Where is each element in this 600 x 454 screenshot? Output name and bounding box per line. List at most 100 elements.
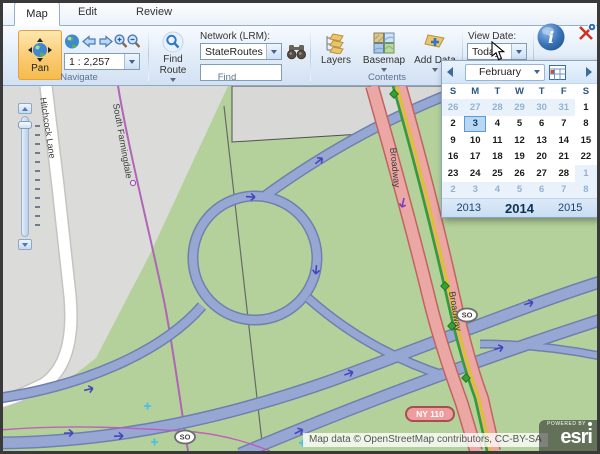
calendar-month-dropdown[interactable]: February: [465, 64, 545, 81]
calendar-day[interactable]: 27: [531, 165, 553, 182]
add-data-icon: [423, 32, 447, 54]
calendar-day[interactable]: 25: [486, 165, 508, 182]
calendar-day[interactable]: 3: [464, 182, 486, 199]
calendar-day[interactable]: 21: [553, 149, 575, 166]
calendar-day[interactable]: 26: [508, 165, 530, 182]
calendar-day[interactable]: 29: [508, 99, 530, 116]
calendar-year[interactable]: 2014: [505, 201, 534, 216]
network-dropdown-button[interactable]: [266, 44, 281, 59]
calendar-day[interactable]: 12: [508, 132, 530, 149]
identify-info-button[interactable]: i: [536, 22, 566, 52]
calendar-day[interactable]: 28: [486, 99, 508, 116]
calendar-day-header: M: [464, 84, 486, 99]
calendar-day[interactable]: 27: [464, 99, 486, 116]
shield-so-left: SO: [175, 431, 195, 444]
calendar-year[interactable]: 2013: [457, 202, 481, 214]
up-triangle-icon: [22, 107, 28, 111]
calendar-day[interactable]: 4: [486, 182, 508, 199]
calendar-day[interactable]: 8: [575, 182, 597, 199]
svg-text:NY 110: NY 110: [416, 409, 444, 419]
calendar-day[interactable]: 2: [442, 182, 464, 199]
zoom-slider-track[interactable]: [21, 116, 29, 237]
calendar-day[interactable]: 31: [553, 99, 575, 116]
calendar-day[interactable]: 7: [553, 182, 575, 199]
calendar-day[interactable]: 19: [508, 149, 530, 166]
calendar-day[interactable]: 4: [486, 116, 508, 133]
calendar-day[interactable]: 17: [464, 149, 486, 166]
calendar-day[interactable]: 13: [531, 132, 553, 149]
route-tools-button[interactable]: [576, 22, 598, 44]
calendar-day[interactable]: 26: [442, 99, 464, 116]
scale-dropdown-button[interactable]: [124, 54, 139, 69]
calendar-day-header: S: [575, 84, 597, 99]
shield-so-right: SO: [457, 309, 477, 322]
calendar-today-icon[interactable]: [549, 65, 566, 80]
previous-extent-icon[interactable]: [83, 37, 95, 47]
event-editor-window: Hitchcock Lane South Farmingdale Broadwa…: [0, 0, 600, 454]
calendar-grid: SMTWTFS 26272829303112345678910111213141…: [442, 84, 597, 198]
zoom-in-icon[interactable]: [115, 35, 126, 47]
svg-text:i: i: [548, 28, 554, 47]
layers-icon: [324, 32, 348, 54]
group-separator: [310, 29, 311, 81]
calendar-day[interactable]: 14: [553, 132, 575, 149]
calendar-day[interactable]: 22: [575, 149, 597, 166]
calendar-day[interactable]: 11: [486, 132, 508, 149]
scale-combobox[interactable]: 1 : 2,257: [64, 53, 140, 70]
calendar-day[interactable]: 8: [575, 116, 597, 133]
calendar-day-header: T: [531, 84, 553, 99]
down-triangle-icon: [22, 243, 28, 247]
calendar-day[interactable]: 18: [486, 149, 508, 166]
calendar-day[interactable]: 23: [442, 165, 464, 182]
layers-button[interactable]: Layers: [316, 32, 356, 66]
next-extent-icon[interactable]: [100, 37, 112, 47]
calendar-day[interactable]: 24: [464, 165, 486, 182]
mouse-cursor-icon: [491, 41, 505, 61]
tab-edit[interactable]: Edit: [78, 6, 97, 18]
zoom-slider-down-button[interactable]: [18, 239, 32, 250]
calendar-day[interactable]: 3: [464, 116, 486, 133]
network-value: StateRoutes: [201, 46, 266, 58]
calendar-day[interactable]: 30: [531, 99, 553, 116]
calendar-day[interactable]: 1: [575, 99, 597, 116]
calendar-dayrow: SMTWTFS: [442, 84, 597, 99]
calendar-day[interactable]: 1: [575, 165, 597, 182]
calendar-year[interactable]: 2015: [558, 202, 582, 214]
zoom-out-icon[interactable]: [128, 35, 139, 47]
calendar-day[interactable]: 16: [442, 149, 464, 166]
calendar-day[interactable]: 2: [442, 116, 464, 133]
calendar-next-month-icon[interactable]: [586, 67, 592, 77]
binoculars-icon[interactable]: [287, 43, 306, 61]
esri-wordmark: esri: [539, 427, 592, 447]
calendar-day[interactable]: 6: [531, 116, 553, 133]
network-lrm-label: Network (LRM):: [200, 31, 270, 42]
group-label-navigate: Navigate: [14, 72, 144, 83]
ribbon-tabstrip: Map Edit Review: [0, 0, 600, 26]
calendar-header: February: [442, 61, 597, 84]
full-extent-globe-icon[interactable]: [65, 35, 79, 49]
group-label-find: Find: [152, 72, 302, 83]
calendar-day[interactable]: 10: [464, 132, 486, 149]
zoom-slider-handle[interactable]: [18, 121, 32, 129]
calendar-day[interactable]: 6: [531, 182, 553, 199]
zoom-slider-up-button[interactable]: [18, 103, 32, 114]
zoom-slider-ticks: [35, 125, 40, 233]
map-attribution: Map data © OpenStreetMap contributors, C…: [303, 433, 548, 447]
calendar-day[interactable]: 5: [508, 116, 530, 133]
view-date-dropdown-button[interactable]: [511, 44, 526, 59]
calendar-day[interactable]: 5: [508, 182, 530, 199]
calendar-day[interactable]: 7: [553, 116, 575, 133]
network-combobox[interactable]: StateRoutes: [200, 43, 282, 60]
scale-value: 1 : 2,257: [65, 56, 124, 68]
calendar-day[interactable]: 9: [442, 132, 464, 149]
date-picker-popup: February SMTWTFS 26272829303112345678910…: [441, 60, 598, 218]
tab-map[interactable]: Map: [14, 2, 60, 26]
basemap-button[interactable]: Basemap: [360, 32, 408, 72]
layers-label: Layers: [321, 55, 351, 66]
calendar-prev-month-icon[interactable]: [447, 67, 453, 77]
calendar-day-header: W: [508, 84, 530, 99]
calendar-day[interactable]: 20: [531, 149, 553, 166]
tab-review[interactable]: Review: [136, 6, 172, 18]
calendar-day[interactable]: 28: [553, 165, 575, 182]
calendar-day[interactable]: 15: [575, 132, 597, 149]
